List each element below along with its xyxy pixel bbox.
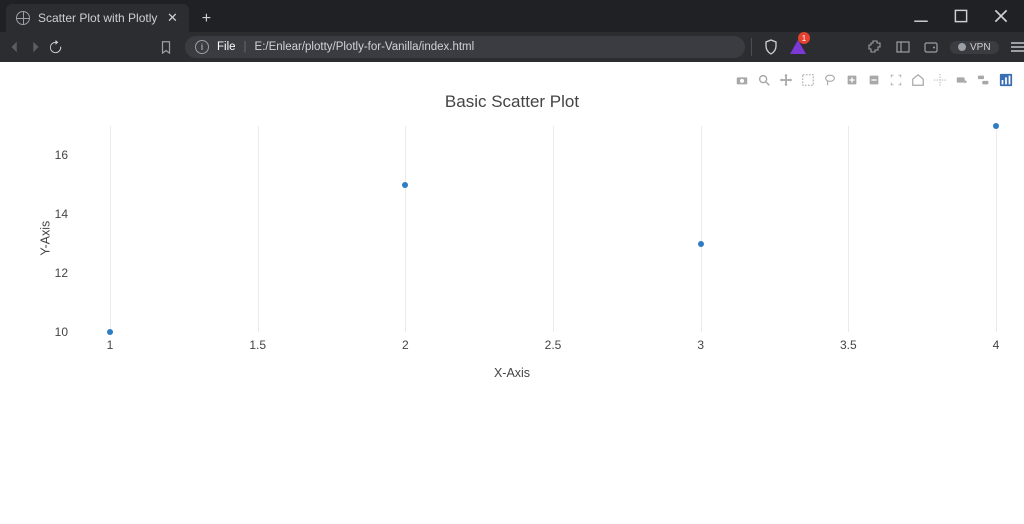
window-controls <box>912 7 1024 25</box>
grid-line <box>701 126 702 332</box>
zoom-in-icon[interactable] <box>844 72 860 88</box>
hover-closest-icon[interactable] <box>954 72 970 88</box>
tab-title: Scatter Plot with Plotly <box>38 11 157 25</box>
plotly-modebar <box>734 72 1014 88</box>
chart-title: Basic Scatter Plot <box>0 92 1024 112</box>
url-separator: | <box>244 41 247 53</box>
url-path: E:/Enlear/plotty/Plotly-for-Vanilla/inde… <box>255 41 475 53</box>
maximize-icon[interactable] <box>952 7 970 25</box>
forward-button[interactable] <box>28 35 42 59</box>
box-select-icon[interactable] <box>800 72 816 88</box>
grid-line <box>848 126 849 332</box>
x-tick-label: 4 <box>993 338 1000 352</box>
zoom-icon[interactable] <box>756 72 772 88</box>
reset-icon[interactable] <box>910 72 926 88</box>
menu-button[interactable] <box>1009 38 1024 56</box>
x-tick-label: 1 <box>107 338 114 352</box>
close-icon[interactable]: ✕ <box>165 11 179 25</box>
x-tick-label: 3 <box>697 338 704 352</box>
grid-line <box>110 126 111 332</box>
x-axis-label: X-Axis <box>0 366 1024 380</box>
bookmark-button[interactable] <box>159 40 173 54</box>
y-tick-label: 16 <box>55 148 76 162</box>
titlebar: Scatter Plot with Plotly ✕ + <box>0 0 1024 32</box>
minimize-icon[interactable] <box>912 7 930 25</box>
y-axis-label: Y-Axis <box>38 221 52 256</box>
x-tick-label: 1.5 <box>249 338 266 352</box>
grid-line <box>553 126 554 332</box>
lasso-icon[interactable] <box>822 72 838 88</box>
data-point[interactable] <box>107 329 113 335</box>
tab-strip: Scatter Plot with Plotly ✕ + <box>0 0 219 32</box>
extensions-icon[interactable] <box>866 38 884 56</box>
x-tick-label: 2.5 <box>545 338 562 352</box>
vpn-label: VPN <box>970 42 991 53</box>
spike-icon[interactable] <box>932 72 948 88</box>
new-tab-button[interactable]: + <box>193 6 219 32</box>
info-icon[interactable]: i <box>195 40 209 54</box>
hamburger-icon <box>1011 42 1024 52</box>
reload-button[interactable] <box>48 35 63 59</box>
autoscale-icon[interactable] <box>888 72 904 88</box>
back-button[interactable] <box>8 35 22 59</box>
page-content: Basic Scatter Plot Y-Axis 1 1.5 2 2.5 3 3.5 4 1… <box>0 62 1024 524</box>
toolbar-right: 1 VPN <box>751 38 1024 56</box>
y-tick-label: 12 <box>55 266 76 280</box>
toolbar: i File | E:/Enlear/plotty/Plotly-for-Van… <box>0 32 1024 62</box>
brave-icon[interactable]: 1 <box>790 40 806 54</box>
camera-icon[interactable] <box>734 72 750 88</box>
grid-line <box>996 126 997 332</box>
grid-line <box>258 126 259 332</box>
chart-container: Basic Scatter Plot Y-Axis 1 1.5 2 2.5 3 3.5 4 1… <box>0 92 1024 380</box>
vpn-button[interactable]: VPN <box>950 41 999 54</box>
vpn-status-icon <box>958 43 966 51</box>
x-tick-label: 2 <box>402 338 409 352</box>
address-bar[interactable]: i File | E:/Enlear/plotty/Plotly-for-Van… <box>185 36 745 58</box>
x-tick-label: 3.5 <box>840 338 857 352</box>
hover-compare-icon[interactable] <box>976 72 992 88</box>
plotly-logo-icon[interactable] <box>998 72 1014 88</box>
wallet-icon[interactable] <box>922 38 940 56</box>
notification-badge: 1 <box>798 32 810 44</box>
y-tick-label: 14 <box>55 207 76 221</box>
tab-active[interactable]: Scatter Plot with Plotly ✕ <box>6 4 189 32</box>
y-tick-label: 10 <box>55 325 76 339</box>
plot-area[interactable]: Y-Axis 11.522.533.5410121416 <box>76 126 1006 356</box>
sidebar-icon[interactable] <box>894 38 912 56</box>
browser-chrome: Scatter Plot with Plotly ✕ + i File | E:… <box>0 0 1024 62</box>
globe-icon <box>16 11 30 25</box>
url-scheme: File <box>217 41 236 53</box>
pan-icon[interactable] <box>778 72 794 88</box>
grid-line <box>405 126 406 332</box>
data-point[interactable] <box>698 241 704 247</box>
close-window-icon[interactable] <box>992 7 1010 25</box>
data-point[interactable] <box>993 123 999 129</box>
divider <box>751 38 752 56</box>
shield-icon[interactable] <box>762 38 780 56</box>
data-point[interactable] <box>402 182 408 188</box>
zoom-out-icon[interactable] <box>866 72 882 88</box>
